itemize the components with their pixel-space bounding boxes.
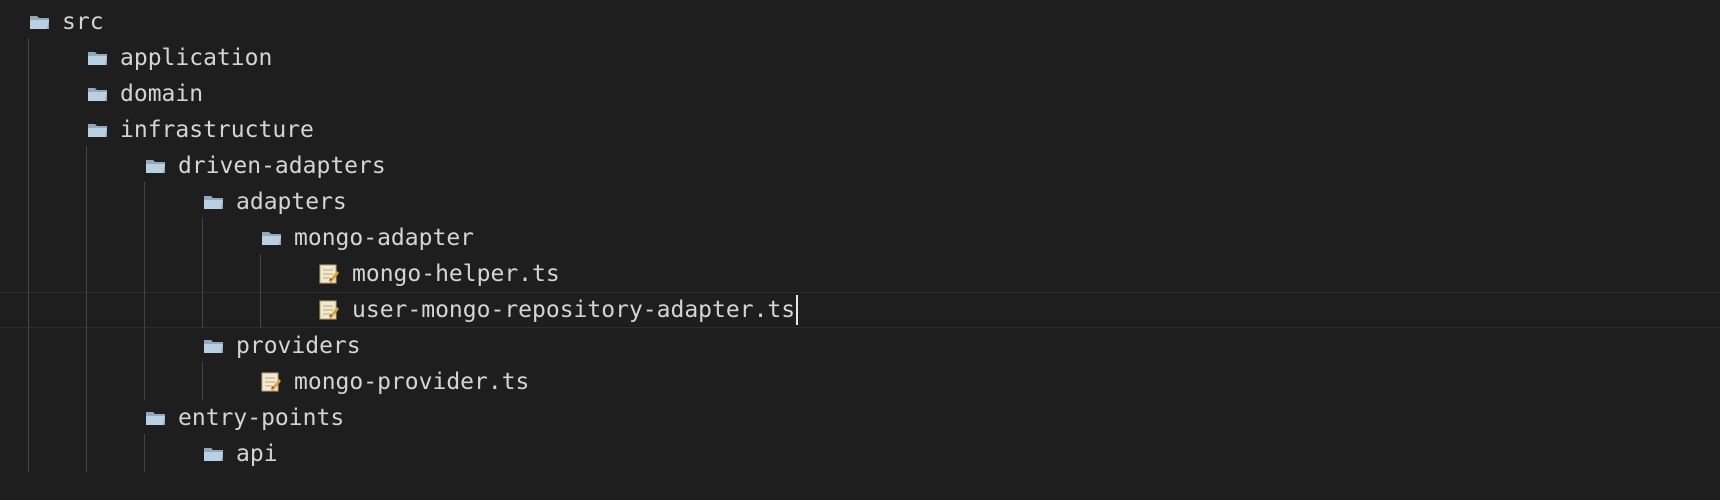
folder-icon bbox=[86, 119, 108, 141]
folder-icon bbox=[28, 11, 50, 33]
tree-item-label: api bbox=[236, 441, 278, 467]
file-tree: src application domain infrastructure dr… bbox=[0, 0, 1720, 500]
tree-row[interactable]: entry-points bbox=[0, 400, 1720, 436]
tree-item-label: infrastructure bbox=[120, 117, 314, 143]
tree-row[interactable]: driven-adapters bbox=[0, 148, 1720, 184]
tree-item-label: user-mongo-repository-adapter.ts bbox=[352, 297, 796, 323]
tree-item-label: adapters bbox=[236, 189, 347, 215]
tree-item-label: entry-points bbox=[178, 405, 345, 431]
tree-item-label: providers bbox=[236, 333, 361, 359]
typescript-file-icon bbox=[318, 263, 340, 285]
text-cursor bbox=[796, 295, 799, 325]
typescript-file-icon bbox=[260, 371, 282, 393]
typescript-file-icon bbox=[318, 299, 340, 321]
tree-row[interactable]: mongo-adapter bbox=[0, 220, 1720, 256]
folder-icon bbox=[144, 407, 166, 429]
folder-icon bbox=[86, 83, 108, 105]
tree-row[interactable]: adapters bbox=[0, 184, 1720, 220]
tree-item-label: application bbox=[120, 45, 273, 71]
tree-item-label: domain bbox=[120, 81, 204, 107]
tree-item-label: mongo-helper.ts bbox=[352, 261, 560, 287]
tree-row[interactable]: api bbox=[0, 436, 1720, 472]
tree-row[interactable]: mongo-helper.ts bbox=[0, 256, 1720, 292]
tree-item-label: mongo-adapter bbox=[294, 225, 475, 251]
folder-icon bbox=[260, 227, 282, 249]
folder-icon bbox=[202, 191, 224, 213]
folder-icon bbox=[202, 335, 224, 357]
tree-row[interactable]: providers bbox=[0, 328, 1720, 364]
folder-icon bbox=[144, 155, 166, 177]
tree-row[interactable]: infrastructure bbox=[0, 112, 1720, 148]
tree-item-label: src bbox=[62, 9, 104, 35]
tree-item-label: driven-adapters bbox=[178, 153, 386, 179]
tree-item-label: mongo-provider.ts bbox=[294, 369, 530, 395]
folder-icon bbox=[202, 443, 224, 465]
tree-row[interactable]: application bbox=[0, 40, 1720, 76]
tree-row-selected[interactable]: user-mongo-repository-adapter.ts bbox=[0, 292, 1720, 328]
tree-row[interactable]: mongo-provider.ts bbox=[0, 364, 1720, 400]
tree-row[interactable]: src bbox=[0, 4, 1720, 40]
tree-row[interactable]: domain bbox=[0, 76, 1720, 112]
folder-icon bbox=[86, 47, 108, 69]
